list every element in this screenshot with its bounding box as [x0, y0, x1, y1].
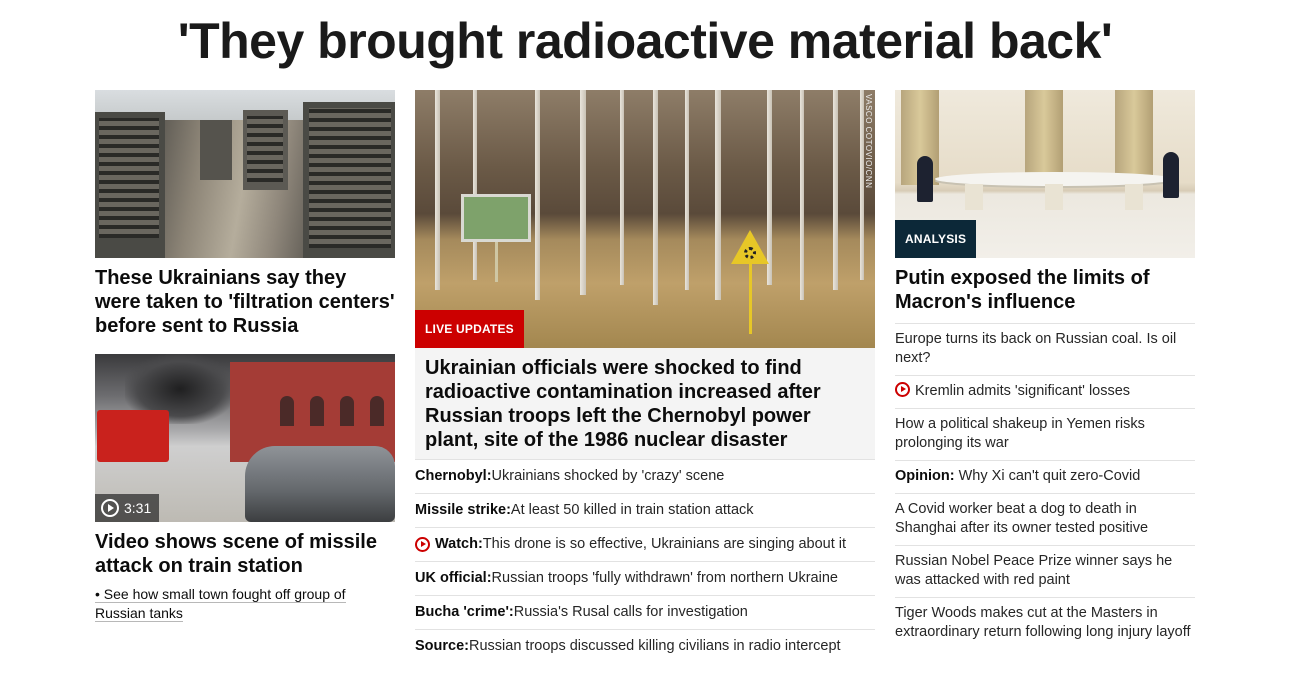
item-text: Russia's Rusal calls for investigation	[513, 604, 748, 620]
chernobyl-forest-image[interactable]: VASCO COTOVIO/CNN LIVE UPDATES	[415, 90, 875, 348]
play-circle-icon	[895, 382, 910, 397]
item-text: Why Xi can't quit zero-Covid	[954, 468, 1141, 484]
video-duration: 3:31	[124, 500, 152, 516]
list-item[interactable]: Chernobyl: Ukrainians shocked by 'crazy'…	[415, 459, 875, 493]
item-prefix: Watch:	[435, 536, 483, 552]
item-text: At least 50 killed in train station atta…	[510, 502, 754, 518]
list-item[interactable]: How a political shakeup in Yemen risks p…	[895, 408, 1195, 460]
list-item[interactable]: Missile strike: At least 50 killed in tr…	[415, 493, 875, 527]
item-text: Russian troops discussed killing civilia…	[469, 638, 841, 654]
item-prefix: UK official:	[415, 570, 492, 586]
chernobyl-headline[interactable]: Ukrainian officials were shocked to find…	[415, 348, 875, 459]
story-missile-attack-video[interactable]: Video shows scene of missile attack on t…	[95, 530, 395, 578]
related-link-tanks[interactable]: • See how small town fought off group of…	[95, 585, 395, 623]
related-link-text[interactable]: • See how small town fought off group of…	[95, 586, 346, 622]
analysis-label[interactable]: ANALYSIS	[895, 220, 977, 258]
item-prefix: Source:	[415, 638, 469, 654]
item-prefix: Chernobyl:	[415, 468, 492, 484]
item-text: How a political shakeup in Yemen risks p…	[895, 416, 1145, 451]
putin-macron-table-image[interactable]: ANALYSIS	[895, 90, 1195, 258]
play-circle-icon	[101, 499, 119, 517]
video-duration-badge: 3:31	[95, 494, 160, 522]
ruined-city-image[interactable]	[95, 90, 395, 258]
item-text: Russian troops 'fully withdrawn' from no…	[491, 570, 838, 586]
list-item[interactable]: Europe turns its back on Russian coal. I…	[895, 323, 1195, 375]
list-item[interactable]: Bucha 'crime': Russia's Rusal calls for …	[415, 595, 875, 629]
item-text: Ukrainians shocked by 'crazy' scene	[491, 468, 725, 484]
list-item[interactable]: Tiger Woods makes cut at the Masters in …	[895, 597, 1195, 649]
middle-column: VASCO COTOVIO/CNN LIVE UPDATES Ukrainian…	[415, 90, 875, 663]
item-prefix: Missile strike:	[415, 502, 511, 518]
item-prefix: Bucha 'crime':	[415, 604, 514, 620]
item-prefix: Opinion:	[895, 468, 955, 484]
list-item[interactable]: A Covid worker beat a dog to death in Sh…	[895, 493, 1195, 545]
item-text: Kremlin admits 'significant' losses	[915, 383, 1131, 399]
main-headline[interactable]: 'They brought radioactive material back'	[0, 12, 1290, 70]
sign-board	[461, 194, 531, 242]
story-filtration-centers[interactable]: These Ukrainians say they were taken to …	[95, 266, 395, 338]
item-text: A Covid worker beat a dog to death in Sh…	[895, 501, 1149, 536]
left-column: These Ukrainians say they were taken to …	[95, 90, 395, 623]
item-text: Russian Nobel Peace Prize winner says he…	[895, 553, 1173, 588]
story-putin-macron[interactable]: Putin exposed the limits of Macron's inf…	[895, 266, 1195, 314]
list-item[interactable]: UK official: Russian troops 'fully withd…	[415, 561, 875, 595]
right-column: ANALYSIS Putin exposed the limits of Mac…	[895, 90, 1195, 649]
list-item[interactable]: Source: Russian troops discussed killing…	[415, 629, 875, 663]
list-item[interactable]: Kremlin admits 'significant' losses	[895, 375, 1195, 408]
train-station-video-thumbnail[interactable]: 3:31	[95, 354, 395, 522]
list-item[interactable]: Russian Nobel Peace Prize winner says he…	[895, 545, 1195, 597]
list-item[interactable]: Watch: This drone is so effective, Ukrai…	[415, 527, 875, 561]
photo-credit: VASCO COTOVIO/CNN	[864, 94, 873, 189]
right-stories-list: Europe turns its back on Russian coal. I…	[895, 323, 1195, 649]
live-updates-label[interactable]: LIVE UPDATES	[415, 310, 524, 348]
item-text: Tiger Woods makes cut at the Masters in …	[895, 605, 1191, 640]
related-stories-list: Chernobyl: Ukrainians shocked by 'crazy'…	[415, 459, 875, 663]
item-text: This drone is so effective, Ukrainians a…	[482, 536, 847, 552]
list-item[interactable]: Opinion: Why Xi can't quit zero-Covid	[895, 460, 1195, 493]
item-text: Europe turns its back on Russian coal. I…	[895, 331, 1177, 366]
play-circle-icon	[415, 537, 430, 552]
